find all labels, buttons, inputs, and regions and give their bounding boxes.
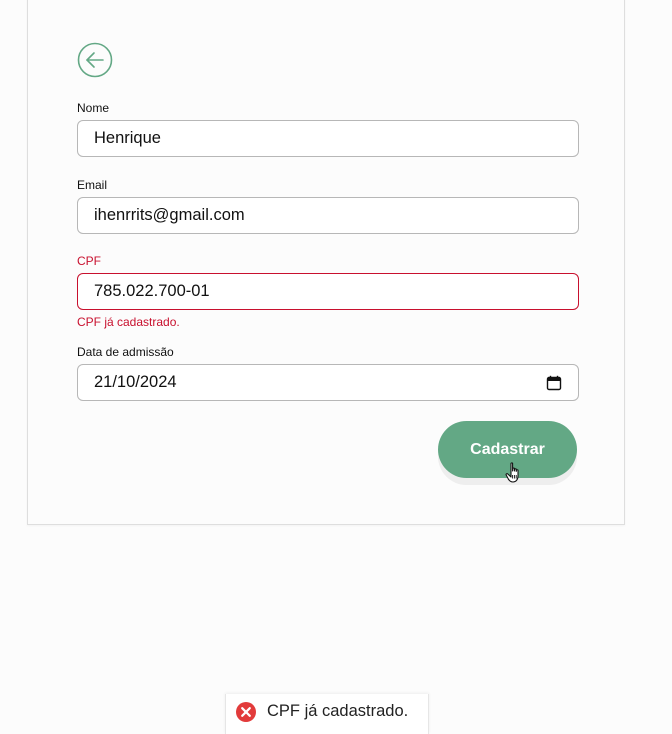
- data-admissao-value: 21/10/2024: [94, 373, 177, 391]
- nome-label: Nome: [77, 101, 110, 115]
- toast-message: CPF já cadastrado.: [267, 702, 409, 720]
- calendar-icon[interactable]: [546, 375, 562, 391]
- error-toast: CPF já cadastrado.: [225, 694, 429, 734]
- arrow-left-circle-icon: [77, 42, 113, 78]
- email-input[interactable]: [77, 197, 579, 234]
- data-admissao-input[interactable]: 21/10/2024: [77, 364, 579, 401]
- cpf-label: CPF: [77, 254, 101, 268]
- cpf-input[interactable]: [77, 273, 579, 310]
- cpf-error-message: CPF já cadastrado.: [77, 315, 180, 329]
- data-admissao-label: Data de admissão: [77, 345, 174, 359]
- error-x-icon: [236, 702, 256, 722]
- back-button[interactable]: [77, 42, 113, 78]
- cadastrar-button[interactable]: Cadastrar: [438, 421, 577, 478]
- email-label: Email: [77, 178, 108, 192]
- nome-input[interactable]: [77, 120, 579, 157]
